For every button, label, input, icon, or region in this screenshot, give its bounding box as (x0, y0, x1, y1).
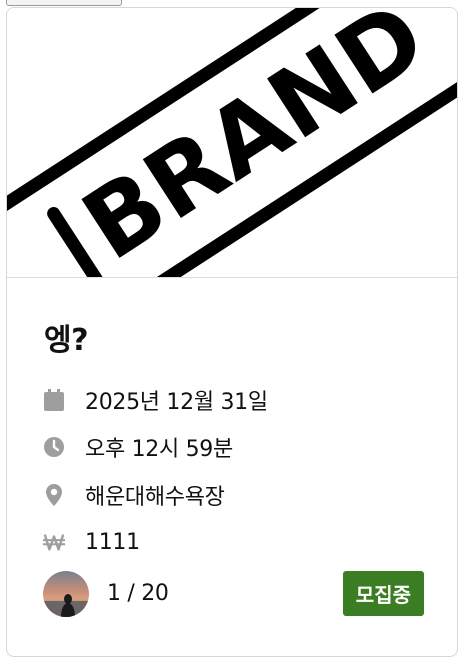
date-text: 2025년 12월 31일 (85, 390, 268, 415)
participant-count: 1 / 20 (107, 581, 169, 606)
price-text: 1111 (85, 529, 140, 555)
calendar-icon (43, 388, 65, 412)
recruiting-status-button[interactable]: 모집중 (342, 571, 424, 616)
top-tab-button[interactable] (6, 0, 122, 6)
clock-icon (43, 435, 65, 459)
time-row: 오후 12시 59분 (43, 432, 233, 462)
time-text: 오후 12시 59분 (85, 437, 233, 462)
location-pin-icon (43, 483, 65, 507)
card-footer: 1 / 20 모집중 (43, 570, 424, 618)
won-icon (43, 530, 65, 554)
card-title: 엥? (44, 323, 89, 358)
price-row: 1111 (43, 527, 140, 557)
place-text: 해운대해수욕장 (85, 485, 225, 510)
host-avatar[interactable] (43, 571, 89, 617)
brand-banner-image: BRAND (7, 8, 457, 278)
place-row: 해운대해수욕장 (43, 480, 225, 510)
date-row: 2025년 12월 31일 (43, 385, 268, 415)
meeting-card[interactable]: BRAND 엥? 2025년 12월 31일 오후 12시 59분 해운대해수욕… (6, 7, 458, 657)
